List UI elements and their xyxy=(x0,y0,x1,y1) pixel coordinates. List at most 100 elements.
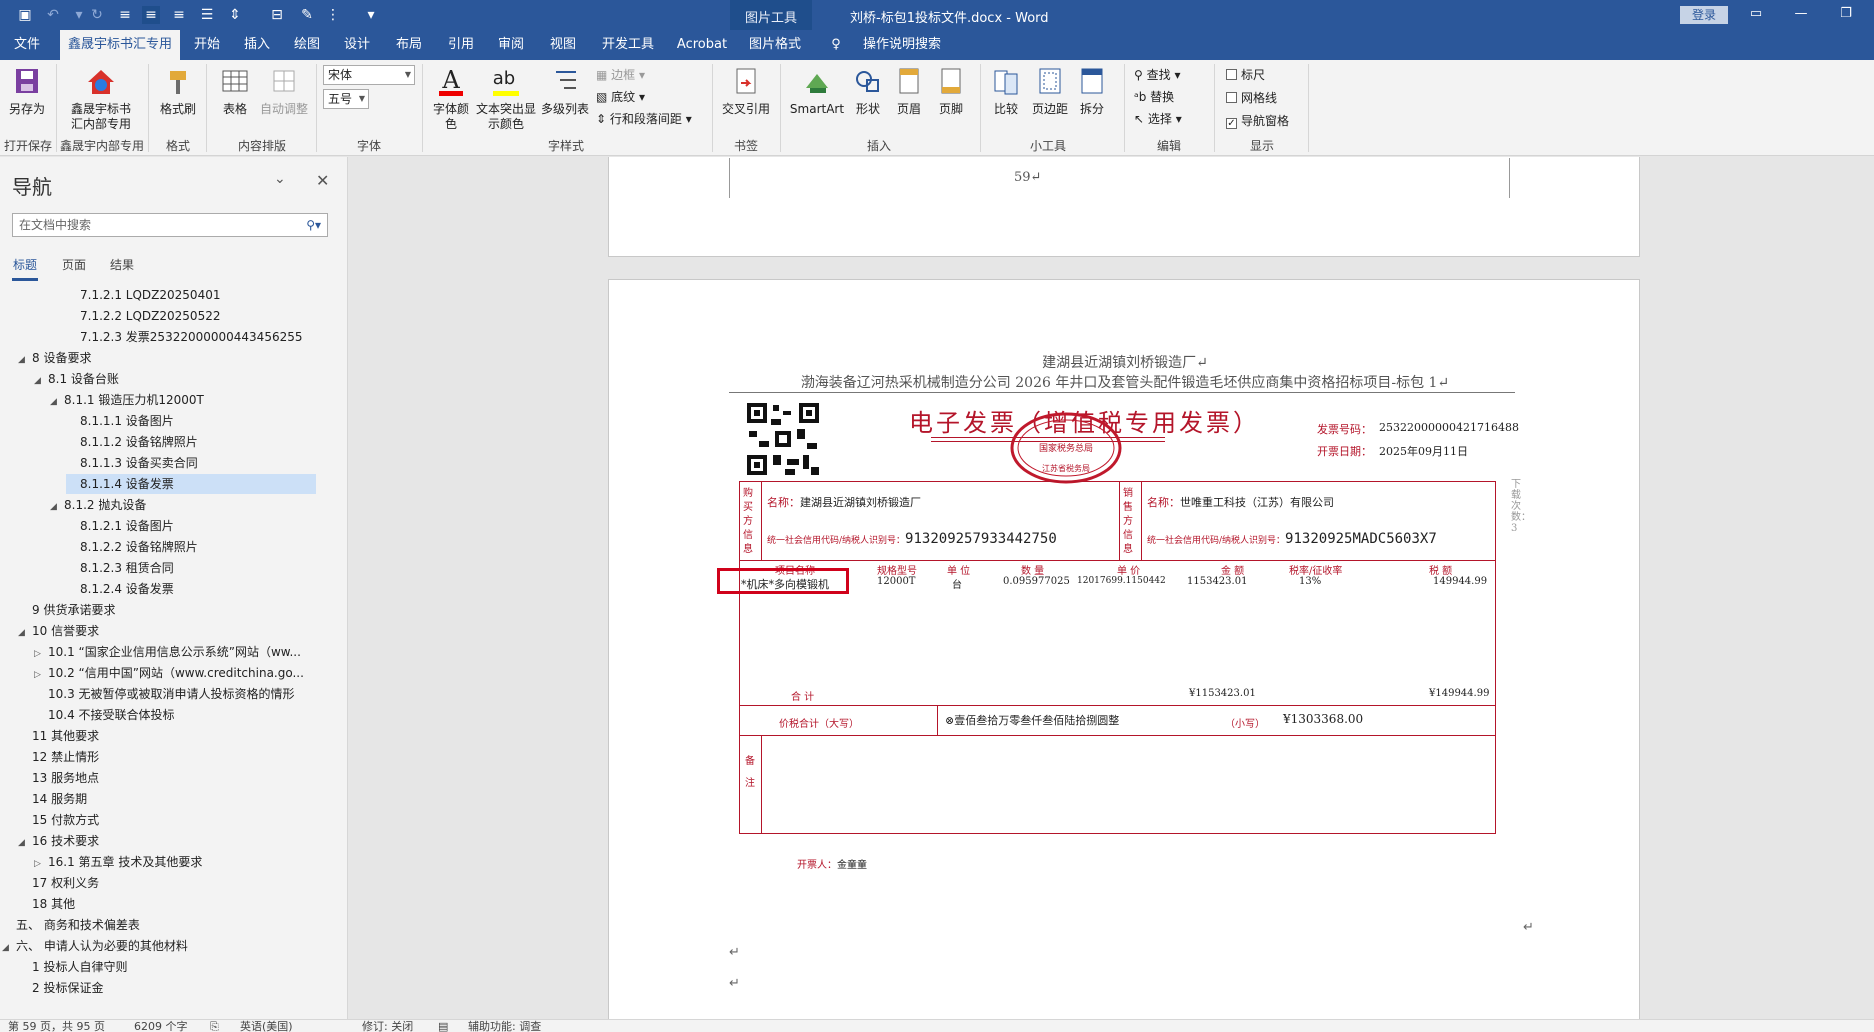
tab-layout[interactable]: 布局 xyxy=(388,30,430,60)
status-language[interactable]: 英语(美国) xyxy=(240,1020,293,1032)
nav-tab-pages[interactable]: 页面 xyxy=(62,256,86,273)
status-accessibility[interactable]: 辅助功能: 调查 xyxy=(468,1020,541,1032)
macro-icon[interactable]: ▤ xyxy=(438,1020,448,1032)
nav-item[interactable]: ◢ 8.1.1 锻造压力机12000T xyxy=(50,390,340,410)
nav-item[interactable]: 10.3 无被暂停或被取消申请人投标资格的情形 xyxy=(34,684,340,704)
status-track-changes[interactable]: 修订: 关闭 xyxy=(362,1020,413,1032)
font-size-select[interactable]: 五号 ▼ xyxy=(323,89,369,109)
shading-button[interactable]: ▧ 底纹 ▾ xyxy=(596,88,645,106)
collapse-icon[interactable]: ◢ xyxy=(50,392,64,410)
expand-icon[interactable]: ▷ xyxy=(34,665,48,683)
replace-button[interactable]: ᵃb 替换 xyxy=(1134,88,1174,106)
tab-home[interactable]: 开始 xyxy=(186,30,228,60)
nav-item[interactable]: 15 付款方式 xyxy=(18,810,340,830)
tab-view[interactable]: 视图 xyxy=(542,30,584,60)
format-painter-button[interactable]: 格式刷 xyxy=(154,66,202,117)
nav-item[interactable]: 11 其他要求 xyxy=(18,726,340,746)
xsy-button[interactable]: 鑫晟宇标书 汇内部专用 xyxy=(60,66,142,132)
footer-button[interactable]: 页脚 xyxy=(932,66,970,117)
tab-design[interactable]: 设计 xyxy=(336,30,378,60)
save-as-icon[interactable]: ⊟ xyxy=(268,6,286,24)
nav-item[interactable]: ◢ 8.1 设备台账 xyxy=(34,369,340,389)
compare-button[interactable]: 比较 xyxy=(986,66,1026,117)
nav-item[interactable]: 8.1.1.4 设备发票 xyxy=(66,474,316,494)
header-button[interactable]: 页眉 xyxy=(890,66,928,117)
redo-icon[interactable]: ↻ xyxy=(88,6,106,24)
nav-tab-results[interactable]: 结果 xyxy=(110,256,134,273)
nav-item[interactable]: ◢ 8.1.2 抛丸设备 xyxy=(50,495,340,515)
tab-developer[interactable]: 开发工具 xyxy=(596,30,660,60)
nav-item[interactable]: 7.1.2.3 发票25322000000443456255 xyxy=(66,327,340,347)
font-name-select[interactable]: 宋体 ▼ xyxy=(323,65,415,85)
nav-item[interactable]: 8.1.2.3 租赁合同 xyxy=(66,558,340,578)
nav-item[interactable]: 13 服务地点 xyxy=(18,768,340,788)
nav-item[interactable]: ◢ 8 设备要求 xyxy=(18,348,340,368)
invoice-image[interactable]: 电子发票（增值税专用发票） 国家税务总局 江苏省税务局 发票号码： 253220… xyxy=(699,395,1539,895)
expand-icon[interactable]: ▷ xyxy=(34,644,48,662)
tab-draw[interactable]: 绘图 xyxy=(286,30,328,60)
find-button[interactable]: ⚲ 查找 ▾ xyxy=(1134,66,1180,84)
tab-file[interactable]: 文件 xyxy=(4,30,50,60)
nav-item[interactable]: ◢ 10 信誉要求 xyxy=(18,621,340,641)
border-button[interactable]: ▦ 边框 ▾ xyxy=(596,66,645,84)
smartart-button[interactable]: SmartArt xyxy=(786,66,848,117)
nav-item[interactable]: 12 禁止情形 xyxy=(18,747,340,767)
line-spacing-button[interactable]: ⇕ 行和段落间距 ▾ xyxy=(596,110,692,128)
chevron-down-icon[interactable]: ⌄ xyxy=(274,171,286,187)
table-button[interactable]: 表格 xyxy=(212,66,258,117)
multilevel-list-button[interactable]: 多级列表 xyxy=(538,64,592,117)
nav-item[interactable]: 9 供货承诺要求 xyxy=(18,600,340,620)
nav-search-input[interactable]: 在文档中搜索 ⚲▾ xyxy=(12,213,328,237)
collapse-icon[interactable]: ◢ xyxy=(18,833,32,851)
tab-picture-format[interactable]: 图片格式 xyxy=(744,30,806,60)
collapse-icon[interactable]: ◢ xyxy=(18,623,32,641)
nav-item[interactable]: 10.4 不接受联合体投标 xyxy=(34,705,340,725)
nav-tab-headings[interactable]: 标题 xyxy=(13,256,37,273)
gridlines-checkbox[interactable]: 网格线 xyxy=(1226,89,1277,107)
nav-item[interactable]: 8.1.2.1 设备图片 xyxy=(66,516,340,536)
tab-review[interactable]: 审阅 xyxy=(490,30,532,60)
tab-references[interactable]: 引用 xyxy=(440,30,482,60)
search-icon[interactable]: ⚲▾ xyxy=(306,214,321,236)
proofing-icon[interactable]: ⎘ xyxy=(210,1020,219,1032)
font-color-button[interactable]: A 字体颜 色 xyxy=(428,64,474,132)
nav-item[interactable]: ▷ 10.1 “国家企业信用信息公示系统”网站（ww... xyxy=(34,642,340,662)
nav-item[interactable]: ▷ 16.1 第五章 技术及其他要求 xyxy=(34,852,340,872)
customize-qat-icon[interactable]: ▾ xyxy=(362,6,380,24)
nav-item[interactable]: 7.1.2.2 LQDZ20250522 xyxy=(66,306,340,326)
nav-item[interactable]: ▷ 10.2 “信用中国”网站（www.creditchina.go... xyxy=(34,663,340,683)
nav-item[interactable]: 7.1.2.1 LQDZ20250401 xyxy=(66,285,340,305)
tab-insert[interactable]: 插入 xyxy=(236,30,278,60)
expand-icon[interactable]: ▷ xyxy=(34,854,48,872)
undo-icon[interactable]: ↶ xyxy=(44,6,62,24)
shape-button[interactable]: 形状 xyxy=(848,66,888,117)
list-icon[interactable]: ⋮ xyxy=(324,6,342,24)
align-left-icon[interactable]: ≡ xyxy=(116,6,134,24)
close-icon[interactable]: ✕ xyxy=(316,171,329,190)
auto-adjust-button[interactable]: 自动调整 xyxy=(256,66,312,117)
format-painter-icon[interactable]: ✎ xyxy=(298,6,316,24)
collapse-icon[interactable]: ◢ xyxy=(18,350,32,368)
nav-item[interactable]: 2 投标保证金 xyxy=(18,978,340,998)
line-spacing-icon[interactable]: ⇕ xyxy=(226,6,244,24)
nav-pane-checkbox[interactable]: ✓ 导航窗格 xyxy=(1226,112,1289,130)
cross-reference-button[interactable]: 交叉引用 xyxy=(718,66,774,117)
align-center-icon[interactable]: ≡ xyxy=(142,6,160,24)
ruler-checkbox[interactable]: 标尺 xyxy=(1226,66,1265,84)
save-as-button[interactable]: 另存为 xyxy=(4,66,50,117)
nav-item[interactable]: 8.1.1.1 设备图片 xyxy=(66,411,340,431)
nav-item[interactable]: 五、 商务和技术偏差表 xyxy=(2,915,340,935)
split-button[interactable]: 拆分 xyxy=(1074,66,1110,117)
restore-icon[interactable]: ❐ xyxy=(1835,4,1857,24)
nav-item[interactable]: ◢ 六、 申请人认为必要的其他材料 xyxy=(2,936,340,956)
nav-item[interactable]: 8.1.1.3 设备买卖合同 xyxy=(66,453,340,473)
status-words[interactable]: 6209 个字 xyxy=(134,1020,188,1032)
nav-item[interactable]: 18 其他 xyxy=(18,894,340,914)
collapse-icon[interactable]: ◢ xyxy=(34,371,48,389)
select-button[interactable]: ↖ 选择 ▾ xyxy=(1134,110,1182,128)
login-button[interactable]: 登录 xyxy=(1680,6,1728,24)
highlight-button[interactable]: ab 文本突出显 示颜色 xyxy=(474,64,538,132)
page-current[interactable]: 建湖县近湖镇刘桥锻造厂↵ 渤海装备辽河热采机械制造分公司 2026 年井口及套管… xyxy=(608,279,1640,1019)
nav-item[interactable]: 8.1.2.2 设备铭牌照片 xyxy=(66,537,340,557)
justify-icon[interactable]: ☰ xyxy=(198,6,216,24)
